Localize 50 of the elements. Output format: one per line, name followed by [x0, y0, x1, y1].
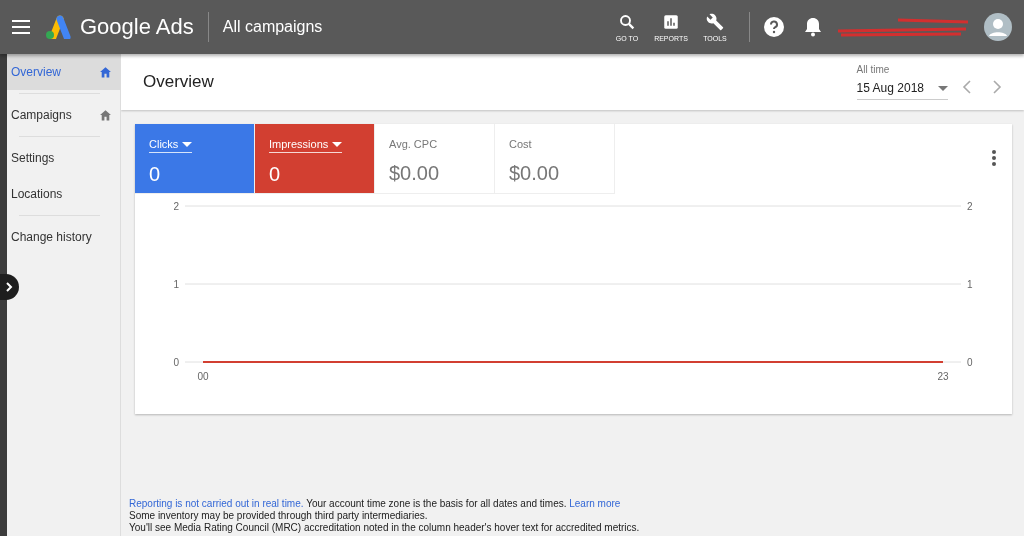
sidebar-item[interactable]: Settings	[7, 140, 120, 176]
product-name: Google Ads	[80, 14, 194, 40]
home-icon	[99, 66, 112, 78]
axis-label: 2	[967, 201, 973, 212]
logo-icon	[44, 15, 72, 39]
home-icon	[99, 109, 112, 121]
metric-selector[interactable]: Cost	[509, 138, 532, 152]
axis-label: 1	[173, 279, 179, 290]
range-label: All time	[856, 64, 891, 75]
metric-value: 0	[149, 163, 162, 186]
info-text: Some inventory may be provided through third party intermediaries.	[129, 510, 428, 521]
axis-label: 1	[967, 279, 973, 290]
expand-handle[interactable]	[0, 274, 19, 300]
info-link[interactable]: Learn more	[569, 498, 621, 509]
metric-tile[interactable]: Cost $0.00	[495, 124, 615, 194]
wrench-icon	[706, 12, 724, 31]
bar-chart-icon	[662, 12, 680, 31]
axis-label: 23	[937, 371, 949, 382]
search-icon	[618, 12, 636, 31]
info-link[interactable]: Reporting is not carried out in real time.	[129, 498, 304, 509]
caret-icon	[182, 141, 193, 147]
caret-icon	[938, 85, 948, 91]
info-text: You'll see Media Rating Council (MRC) accreditation noted in the column header's hover text for accredited metrics.	[129, 522, 640, 533]
bell-icon[interactable]	[804, 17, 822, 37]
metric-tile[interactable]: Clicks 0	[135, 124, 255, 194]
axis-label: 0	[173, 357, 179, 368]
menu-icon[interactable]	[12, 20, 30, 34]
sidebar-item[interactable]: Change history	[7, 219, 120, 255]
sidebar-item[interactable]: Overview	[7, 54, 120, 90]
caret-icon	[332, 141, 343, 147]
metric-value: 0	[269, 163, 282, 186]
axis-label: 00	[197, 371, 209, 382]
metric-value: $0.00	[509, 162, 561, 185]
page-title: Overview	[143, 72, 215, 92]
axis-label: 2	[173, 201, 179, 212]
metric-tile[interactable]: Avg. CPC $0.00	[375, 124, 495, 194]
sidebar-item[interactable]: Campaigns	[7, 97, 120, 133]
metric-value: $0.00	[389, 162, 441, 185]
axis-label: 0	[967, 357, 973, 368]
help-icon[interactable]	[764, 17, 784, 37]
sidebar-item[interactable]: Locations	[7, 176, 120, 212]
date-selector[interactable]: 15 Aug 2018	[856, 79, 948, 100]
metric-selector[interactable]: Avg. CPC	[389, 138, 438, 152]
page-scope: All campaigns	[222, 18, 323, 36]
metric-selector[interactable]: Clicks	[149, 138, 193, 153]
avatar-icon[interactable]	[984, 13, 1012, 41]
more-icon[interactable]	[992, 150, 996, 166]
metric-selector[interactable]: Impressions	[269, 138, 343, 153]
metric-tile[interactable]: Impressions 0	[255, 124, 375, 194]
info-text: Your account time zone is the basis for all dates and times.	[306, 498, 567, 509]
